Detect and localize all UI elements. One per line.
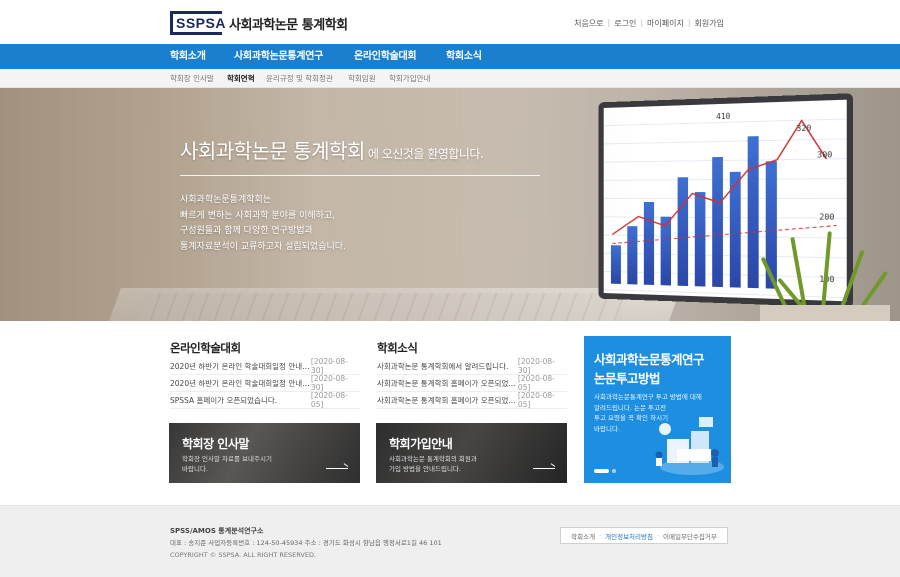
card-title: 학회장 인사말 (182, 437, 249, 451)
subnav-item-ethics[interactable]: 윤리규정 및 학회정관 (266, 69, 333, 88)
pagination-dot-active[interactable] (594, 469, 609, 473)
banner-title: 사회과학논문통계연구 논문투고방법 (594, 352, 705, 386)
join-guide-card[interactable]: 학회가입안내 사회과학논문 통계학회의 회원과 가입 방법을 안내드립니다. (376, 423, 567, 483)
sub-nav: 학회장 인사말 학회연혁 윤리규정 및 학회정관 학회임원 학회가입안내 (0, 69, 900, 88)
logo-text: SSPSA (176, 15, 226, 31)
greeting-card[interactable]: 학회장 인사말 학회장 인사말 자료를 보내주시기 바랍니다. (169, 423, 360, 483)
util-link-login[interactable]: 로그인 (610, 18, 640, 29)
nav-item-online-conference[interactable]: 온라인학술대회 (354, 44, 417, 69)
list-item[interactable]: 사회과학논문 통계학회 홈페이가 오픈되었... [2020-08-05] (377, 374, 567, 392)
list-item[interactable]: 사회과학논문 통계학회에서 알려드립니다. [2020-08-30] (377, 357, 567, 375)
site-header: SSPSA 사회과학논문 통계학회 처음으로 | 로그인 | 마이페이지 | 회… (0, 0, 900, 44)
list-item[interactable]: 2020년 하반기 온라인 학술대회일정 안내드... [2020-08-30] (170, 374, 360, 392)
footer-link-about[interactable]: 학회소개 (571, 531, 595, 541)
card-description: 사회과학논문 통계학회의 회원과 가입 방법을 안내드립니다. (389, 455, 477, 473)
subnav-item-history[interactable]: 학회연혁 (227, 69, 255, 88)
card-title: 학회가입안내 (389, 437, 453, 451)
main-nav: 학회소개 사회과학논문통계연구 온라인학술대회 학회소식 (0, 44, 900, 69)
nav-item-news[interactable]: 학회소식 (446, 44, 482, 69)
util-link-home[interactable]: 처음으로 (570, 18, 607, 29)
nav-item-research[interactable]: 사회과학논문통계연구 (234, 44, 323, 69)
site-title: 사회과학논문 통계학회 (229, 17, 348, 33)
util-link-signup[interactable]: 회원가입 (691, 18, 728, 29)
page: SSPSA 사회과학논문 통계학회 처음으로 | 로그인 | 마이페이지 | 회… (0, 0, 900, 577)
submission-guide-banner[interactable]: 사회과학논문통계연구 논문투고방법 사회과학논문통계연구 투고 방법에 대해 알… (584, 336, 731, 483)
section-title-news[interactable]: 학회소식 (377, 340, 418, 356)
banner-pagination[interactable] (594, 469, 616, 473)
card-description: 학회장 인사말 자료를 보내주시기 바랍니다. (182, 455, 272, 473)
hero-divider (180, 175, 540, 176)
site-logo[interactable]: SSPSA 사회과학논문 통계학회 (170, 11, 348, 35)
research-illustration-icon (655, 417, 724, 475)
site-footer: SPSS/AMOS 통계분석연구소 대표 : 송지준 사업자등록번호 : 124… (0, 505, 900, 577)
footer-copyright: COPYRIGHT © SSPSA. ALL RIGHT RESERVED. (170, 551, 317, 559)
news-list: 사회과학논문 통계학회에서 알려드립니다. [2020-08-30] 사회과학논문… (377, 357, 567, 409)
utility-links: 처음으로 | 로그인 | 마이페이지 | 회원가입 (570, 18, 728, 29)
pagination-dot[interactable] (612, 469, 616, 473)
nav-item-about[interactable]: 학회소개 (170, 44, 206, 69)
footer-link-privacy[interactable]: 개인정보처리방침 (605, 531, 653, 541)
subnav-item-greeting[interactable]: 학회장 인사말 (170, 69, 214, 88)
logo-mark: SSPSA (170, 11, 225, 35)
footer-link-email-policy[interactable]: 이메일무단수집거부 (663, 531, 717, 541)
section-title-online-conference[interactable]: 온라인학술대회 (170, 340, 241, 356)
arrow-right-icon (533, 468, 555, 469)
footer-links: 학회소개 · 개인정보처리방침 · 이메일무단수집거부 (560, 527, 728, 544)
arrow-right-icon (326, 468, 348, 469)
footer-org-name: SPSS/AMOS 통계분석연구소 (170, 527, 264, 535)
online-conference-list: 2020년 하반기 온라인 학술대회일정 안내드... [2020-08-30] … (170, 357, 360, 409)
list-item[interactable]: SPSSA 홈페이가 오픈되었습니다. [2020-08-05] (170, 391, 360, 409)
list-item[interactable]: 2020년 하반기 온라인 학술대회일정 안내드... [2020-08-30] (170, 357, 360, 375)
hero-title: 사회과학논문 통계학회 에 오신것을 환영합니다. (180, 139, 484, 163)
subnav-item-officers[interactable]: 학회임원 (348, 69, 376, 88)
hero-banner: 410 320 300 200 100 사회과학논문 통계학회에 오신것을 환영… (0, 88, 900, 321)
list-item[interactable]: 사회과학논문 통계학회 홈페이가 오픈되었... [2020-08-05] (377, 391, 567, 409)
hero-description: 사회과학논문통계학회는 빠르게 변하는 사회과학 분야를 이해하고, 구성원들과… (180, 195, 346, 252)
util-link-mypage[interactable]: 마이페이지 (643, 18, 688, 29)
subnav-item-join-guide[interactable]: 학회가입안내 (389, 69, 430, 88)
footer-info: 대표 : 송지준 사업자등록번호 : 124-50-45934 주소 : 경기도… (170, 539, 442, 547)
